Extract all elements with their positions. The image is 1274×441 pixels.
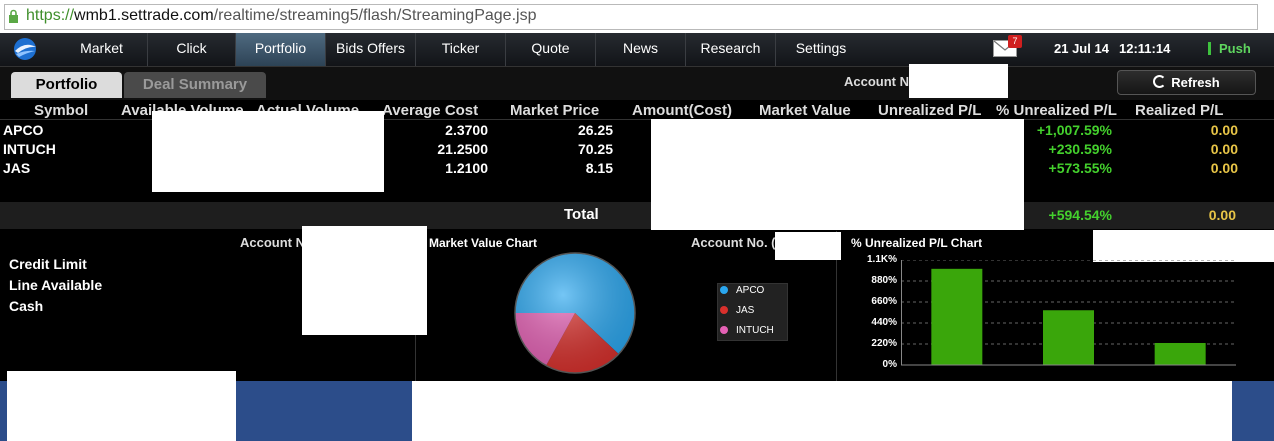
- row-realized: 0.00: [1210, 122, 1238, 138]
- col-market-price[interactable]: Market Price: [510, 102, 599, 119]
- lock-icon: [9, 9, 18, 23]
- y-tick-label: 660%: [871, 296, 897, 307]
- refresh-icon: [1153, 75, 1167, 88]
- col-average-cost[interactable]: Average Cost: [382, 102, 478, 119]
- y-tick-label: 440%: [871, 317, 897, 328]
- tab-portfolio[interactable]: Portfolio: [11, 72, 122, 98]
- bar-apco: [931, 268, 983, 365]
- row-realized: 0.00: [1210, 141, 1238, 157]
- push-status[interactable]: Push: [1219, 41, 1251, 56]
- legend-item-apco: APCO: [720, 285, 764, 296]
- pl-bar-chart: [901, 260, 1236, 366]
- url-host: wmb1.settrade.com: [74, 7, 214, 24]
- refresh-label: Refresh: [1171, 75, 1220, 90]
- col-pct-unrealized-pl[interactable]: % Unrealized P/L: [996, 102, 1117, 119]
- chart-account-label: Account No. (: [691, 235, 776, 250]
- line-available-label: Line Available: [9, 277, 103, 293]
- redacted-value-area: [651, 119, 1024, 230]
- row-realized: 0.00: [1210, 160, 1238, 176]
- y-tick-label: 880%: [871, 275, 897, 286]
- row-pct-unrealized: +230.59%: [1048, 141, 1112, 157]
- market-value-chart-title: Market Value Chart: [429, 236, 538, 250]
- tab-deal-summary[interactable]: Deal Summary: [124, 72, 266, 98]
- col-market-value[interactable]: Market Value: [759, 102, 851, 119]
- row-avg-cost: 1.2100: [445, 160, 488, 176]
- row-symbol[interactable]: APCO: [3, 122, 43, 138]
- legend-label: APCO: [736, 285, 765, 296]
- redacted-chart-account: [775, 232, 841, 260]
- bar-intuch: [1043, 310, 1094, 365]
- current-time: 12:11:14: [1119, 41, 1171, 56]
- col-amount-cost[interactable]: Amount(Cost): [632, 102, 732, 119]
- credit-account-label: Account N: [240, 235, 305, 250]
- total-label: Total: [564, 206, 599, 223]
- row-market-price: 26.25: [577, 122, 613, 138]
- row-pct-unrealized: +1,007.59%: [1036, 122, 1112, 138]
- nav-portfolio[interactable]: Portfolio: [236, 33, 326, 66]
- y-tick-label: 220%: [871, 338, 897, 349]
- y-tick-label: 1.1K%: [866, 254, 897, 265]
- y-tick-label: 0%: [882, 359, 897, 370]
- redacted-pl-account: [1093, 230, 1274, 262]
- legend-item-jas: JAS: [720, 305, 754, 316]
- redacted-bottom-center: [412, 381, 1232, 441]
- nav-settings[interactable]: Settings: [776, 33, 866, 66]
- col-unrealized-pl[interactable]: Unrealized P/L: [878, 102, 981, 119]
- nav-ticker[interactable]: Ticker: [416, 33, 506, 66]
- mail-count-badge: 7: [1008, 35, 1022, 48]
- pl-chart-title: % Unrealized P/L Chart: [851, 236, 983, 250]
- bar-jas: [1154, 342, 1206, 365]
- row-symbol[interactable]: JAS: [3, 160, 30, 176]
- taskbar-right: [1232, 381, 1274, 441]
- refresh-button[interactable]: Refresh: [1117, 70, 1256, 95]
- cash-label: Cash: [9, 298, 44, 314]
- nav-bids-offers[interactable]: Bids Offers: [326, 33, 416, 66]
- row-symbol[interactable]: INTUCH: [3, 141, 56, 157]
- market-value-pie-chart: [514, 252, 636, 374]
- credit-limit-label: Credit Limit: [9, 256, 87, 272]
- row-avg-cost: 2.3700: [445, 122, 488, 138]
- col-realized-pl[interactable]: Realized P/L: [1135, 102, 1223, 119]
- col-symbol[interactable]: Symbol: [34, 102, 88, 119]
- redacted-volume-area: [152, 111, 384, 192]
- redacted-bottom-left: [7, 371, 236, 441]
- legend-swatch-icon: [720, 306, 728, 314]
- current-date: 21 Jul 14: [1054, 41, 1109, 56]
- url-path: /realtime/streaming5/flash/StreamingPage…: [213, 7, 537, 24]
- nav-click[interactable]: Click: [148, 33, 236, 66]
- row-avg-cost: 21.2500: [437, 141, 488, 157]
- nav-news[interactable]: News: [596, 33, 686, 66]
- push-indicator-icon: [1208, 42, 1211, 55]
- legend-label: INTUCH: [736, 325, 774, 336]
- account-select[interactable]: [909, 64, 1008, 98]
- legend-swatch-icon: [720, 326, 728, 334]
- row-market-price: 70.25: [577, 141, 613, 157]
- redacted-credit-account: [302, 226, 427, 335]
- row-pct-unrealized: +573.55%: [1048, 160, 1112, 176]
- legend-label: JAS: [736, 305, 755, 316]
- account-label: Account N: [844, 74, 909, 89]
- nav-market[interactable]: Market: [56, 33, 148, 66]
- total-realized: 0.00: [1208, 207, 1236, 223]
- url-scheme: https://: [26, 7, 75, 24]
- nav-research[interactable]: Research: [686, 33, 776, 66]
- nav-quote[interactable]: Quote: [506, 33, 596, 66]
- legend-swatch-icon: [720, 286, 728, 294]
- total-pct-unrealized: +594.54%: [1048, 207, 1112, 223]
- url-text[interactable]: https://wmb1.settrade.com/realtime/strea…: [26, 7, 536, 25]
- logo-icon[interactable]: [10, 37, 40, 61]
- row-market-price: 8.15: [585, 160, 613, 176]
- legend-item-intuch: INTUCH: [720, 325, 774, 336]
